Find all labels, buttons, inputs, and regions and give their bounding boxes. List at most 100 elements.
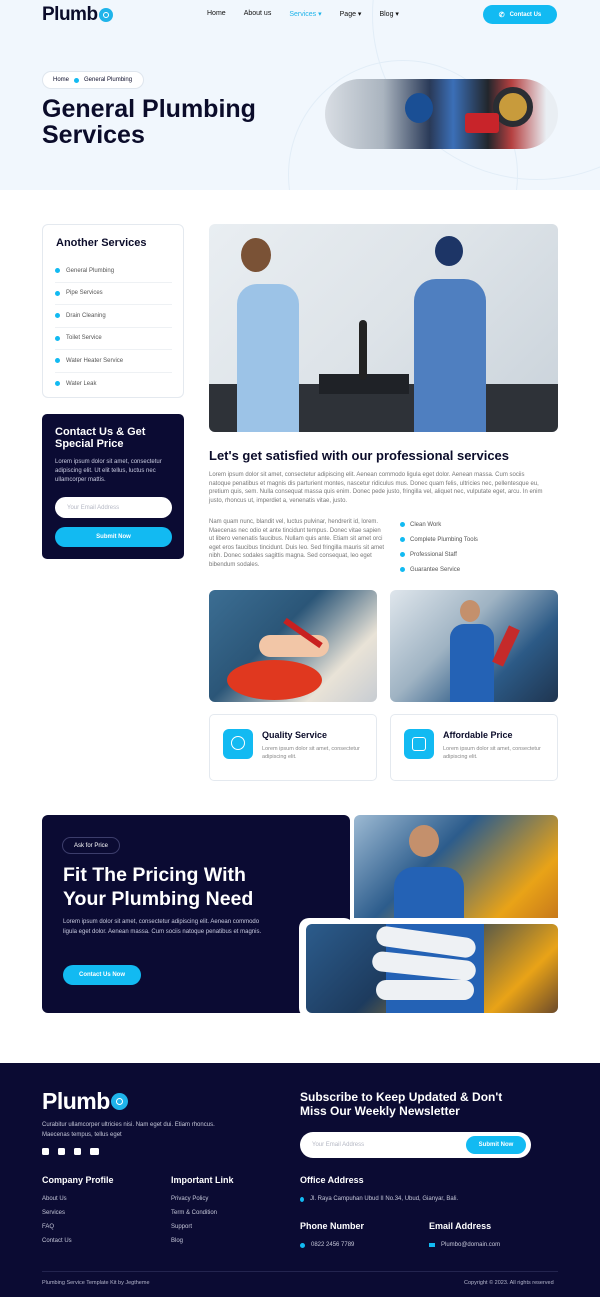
nav-services[interactable]: Services ▾ xyxy=(289,10,321,18)
footer-link-faq[interactable]: FAQ xyxy=(42,1220,72,1234)
pricing-image-top xyxy=(354,815,558,918)
breadcrumb-current: General Plumbing xyxy=(84,77,133,83)
gear-icon xyxy=(110,1093,128,1110)
nav-page[interactable]: Page ▾ xyxy=(340,10,362,18)
newsletter-submit-button[interactable]: Submit Now xyxy=(466,1136,526,1154)
sidebar-item-label: Drain Cleaning xyxy=(66,312,106,319)
sidebar-item-label: Toilet Service xyxy=(66,335,102,342)
pricing-title: Fit The Pricing With Your Plumbing Need xyxy=(63,864,254,910)
sidebar-submit-button[interactable]: Submit Now xyxy=(55,527,172,547)
nav-blog[interactable]: Blog ▾ xyxy=(379,10,398,18)
newsletter-title: Subscribe to Keep Updated & Don't Miss O… xyxy=(300,1090,503,1118)
sidebar-item-water-heater[interactable]: Water Heater Service xyxy=(55,350,172,373)
feature-title: Quality Service xyxy=(262,730,328,740)
services-list: General Plumbing Pipe Services Drain Cle… xyxy=(55,260,172,395)
feature-desc: Lorem ipsum dolor sit amet, consectetur … xyxy=(443,746,541,760)
contact-us-button[interactable]: ✆ Contact Us xyxy=(483,5,557,24)
footer-link-about[interactable]: About Us xyxy=(42,1192,72,1206)
email-text: Plumbo@domain.com xyxy=(441,1242,501,1248)
sidebar-item-label: Pipe Services xyxy=(66,290,103,297)
contact-card-title: Contact Us & Get Special Price xyxy=(55,426,146,450)
arrow-circle-icon xyxy=(55,358,60,364)
feature-desc: Lorem ipsum dolor sit amet, consectetur … xyxy=(262,746,360,760)
sidebar-item-pipe-services[interactable]: Pipe Services xyxy=(55,283,172,305)
feature-title: Affordable Price xyxy=(443,730,513,740)
office-address-text: Jl. Raya Campuhan Ubud II No.34, Ubud, G… xyxy=(310,1196,459,1202)
feature-card-quality: Quality Service Lorem ipsum dolor sit am… xyxy=(209,714,377,781)
footer-link-privacy[interactable]: Privacy Policy xyxy=(171,1192,217,1206)
services-sidebar-title: Another Services xyxy=(56,237,147,249)
feature-checklist: Clean Work Complete Plumbing Tools Profe… xyxy=(400,517,478,577)
plumber-wrench-image xyxy=(390,590,558,702)
email-address[interactable]: Plumbo@domain.com xyxy=(429,1238,500,1252)
office-title: Office Address xyxy=(300,1175,364,1185)
page-title: General Plumbing Services xyxy=(42,95,256,149)
hero-plumber-image xyxy=(325,79,558,149)
footer-link-blog[interactable]: Blog xyxy=(171,1234,217,1248)
check-icon xyxy=(400,567,405,572)
checklist-item: Clean Work xyxy=(400,517,478,532)
content-paragraph-1: Lorem ipsum dolor sit amet, consectetur … xyxy=(209,472,543,504)
sidebar-item-toilet-service[interactable]: Toilet Service xyxy=(55,328,172,350)
facebook-icon[interactable] xyxy=(42,1148,49,1155)
arrow-circle-icon xyxy=(55,290,60,296)
breadcrumb-separator-icon xyxy=(74,77,80,83)
youtube-icon[interactable] xyxy=(90,1148,99,1155)
gear-icon xyxy=(98,8,113,22)
important-link-title: Important Link xyxy=(171,1175,234,1185)
nav-about[interactable]: About us xyxy=(244,10,272,18)
phone-title: Phone Number xyxy=(300,1221,365,1231)
content-paragraph-2: Nam quam nunc, blandit vel, luctus pulvi… xyxy=(209,519,385,568)
checklist-item: Complete Plumbing Tools xyxy=(400,532,478,547)
feature-card-price: Affordable Price Lorem ipsum dolor sit a… xyxy=(390,714,558,781)
footer-link-support[interactable]: Support xyxy=(171,1220,217,1234)
instagram-icon[interactable] xyxy=(74,1148,81,1155)
pipe-work-image xyxy=(209,590,377,702)
contact-card-text: Lorem ipsum dolor sit amet, consectetur … xyxy=(55,459,162,483)
contact-now-button[interactable]: Contact Us Now xyxy=(63,965,141,985)
checklist-item: Professional Staff xyxy=(400,547,478,562)
footer-link-services[interactable]: Services xyxy=(42,1206,72,1220)
main-service-image xyxy=(209,224,558,432)
footer-logo[interactable]: Plumb xyxy=(42,1088,128,1115)
twitter-icon[interactable] xyxy=(58,1148,65,1155)
main-nav: Home About us Services ▾ Page ▾ Blog ▾ xyxy=(207,10,399,18)
sidebar-item-label: Water Heater Service xyxy=(66,357,124,364)
nav-home[interactable]: Home xyxy=(207,10,226,18)
breadcrumb-home[interactable]: Home xyxy=(53,77,69,83)
checklist-label: Complete Plumbing Tools xyxy=(410,536,478,543)
phone-text: 0822 2456 7789 xyxy=(311,1242,355,1248)
phone-icon: ✆ xyxy=(498,11,505,19)
footer-about: Curabitur ullamcorper ultricies nisi. Na… xyxy=(42,1122,215,1138)
ask-price-badge: Ask for Price xyxy=(62,837,120,854)
sidebar-item-label: Water Leak xyxy=(66,380,97,387)
footer-divider xyxy=(42,1271,558,1272)
checklist-item: Guarantee Service xyxy=(400,562,478,577)
services-sidebar-card: Another Services General Plumbing Pipe S… xyxy=(42,224,184,398)
checklist-label: Professional Staff xyxy=(410,551,457,558)
contact-price-card: Contact Us & Get Special Price Lorem ips… xyxy=(42,414,184,559)
arrow-circle-icon xyxy=(55,268,60,274)
checklist-label: Guarantee Service xyxy=(410,566,461,573)
company-profile-title: Company Profile xyxy=(42,1175,114,1185)
company-links: About Us Services FAQ Contact Us xyxy=(42,1192,72,1248)
important-links: Privacy Policy Term & Condition Support … xyxy=(171,1192,217,1248)
content-heading: Let's get satisfied with our professiona… xyxy=(209,448,510,463)
check-icon xyxy=(400,552,405,557)
site-logo[interactable]: Plumb xyxy=(42,4,113,26)
sidebar-item-water-leak[interactable]: Water Leak xyxy=(55,373,172,396)
arrow-circle-icon xyxy=(55,313,60,319)
contact-us-label: Contact Us xyxy=(509,11,542,18)
pricing-text: Lorem ipsum dolor sit amet, consectetur … xyxy=(63,919,262,935)
phone-number[interactable]: 0822 2456 7789 xyxy=(300,1238,354,1252)
pin-icon xyxy=(300,1196,304,1202)
price-icon xyxy=(404,729,434,759)
checklist-label: Clean Work xyxy=(410,521,442,528)
footer-link-contact[interactable]: Contact Us xyxy=(42,1234,72,1248)
footer-link-terms[interactable]: Term & Condition xyxy=(171,1206,217,1220)
sidebar-item-drain-cleaning[interactable]: Drain Cleaning xyxy=(55,305,172,328)
sidebar-item-general-plumbing[interactable]: General Plumbing xyxy=(55,260,172,283)
sidebar-email-input[interactable]: Your Email Address xyxy=(55,497,172,518)
check-icon xyxy=(400,537,405,542)
arrow-circle-icon xyxy=(55,381,60,387)
